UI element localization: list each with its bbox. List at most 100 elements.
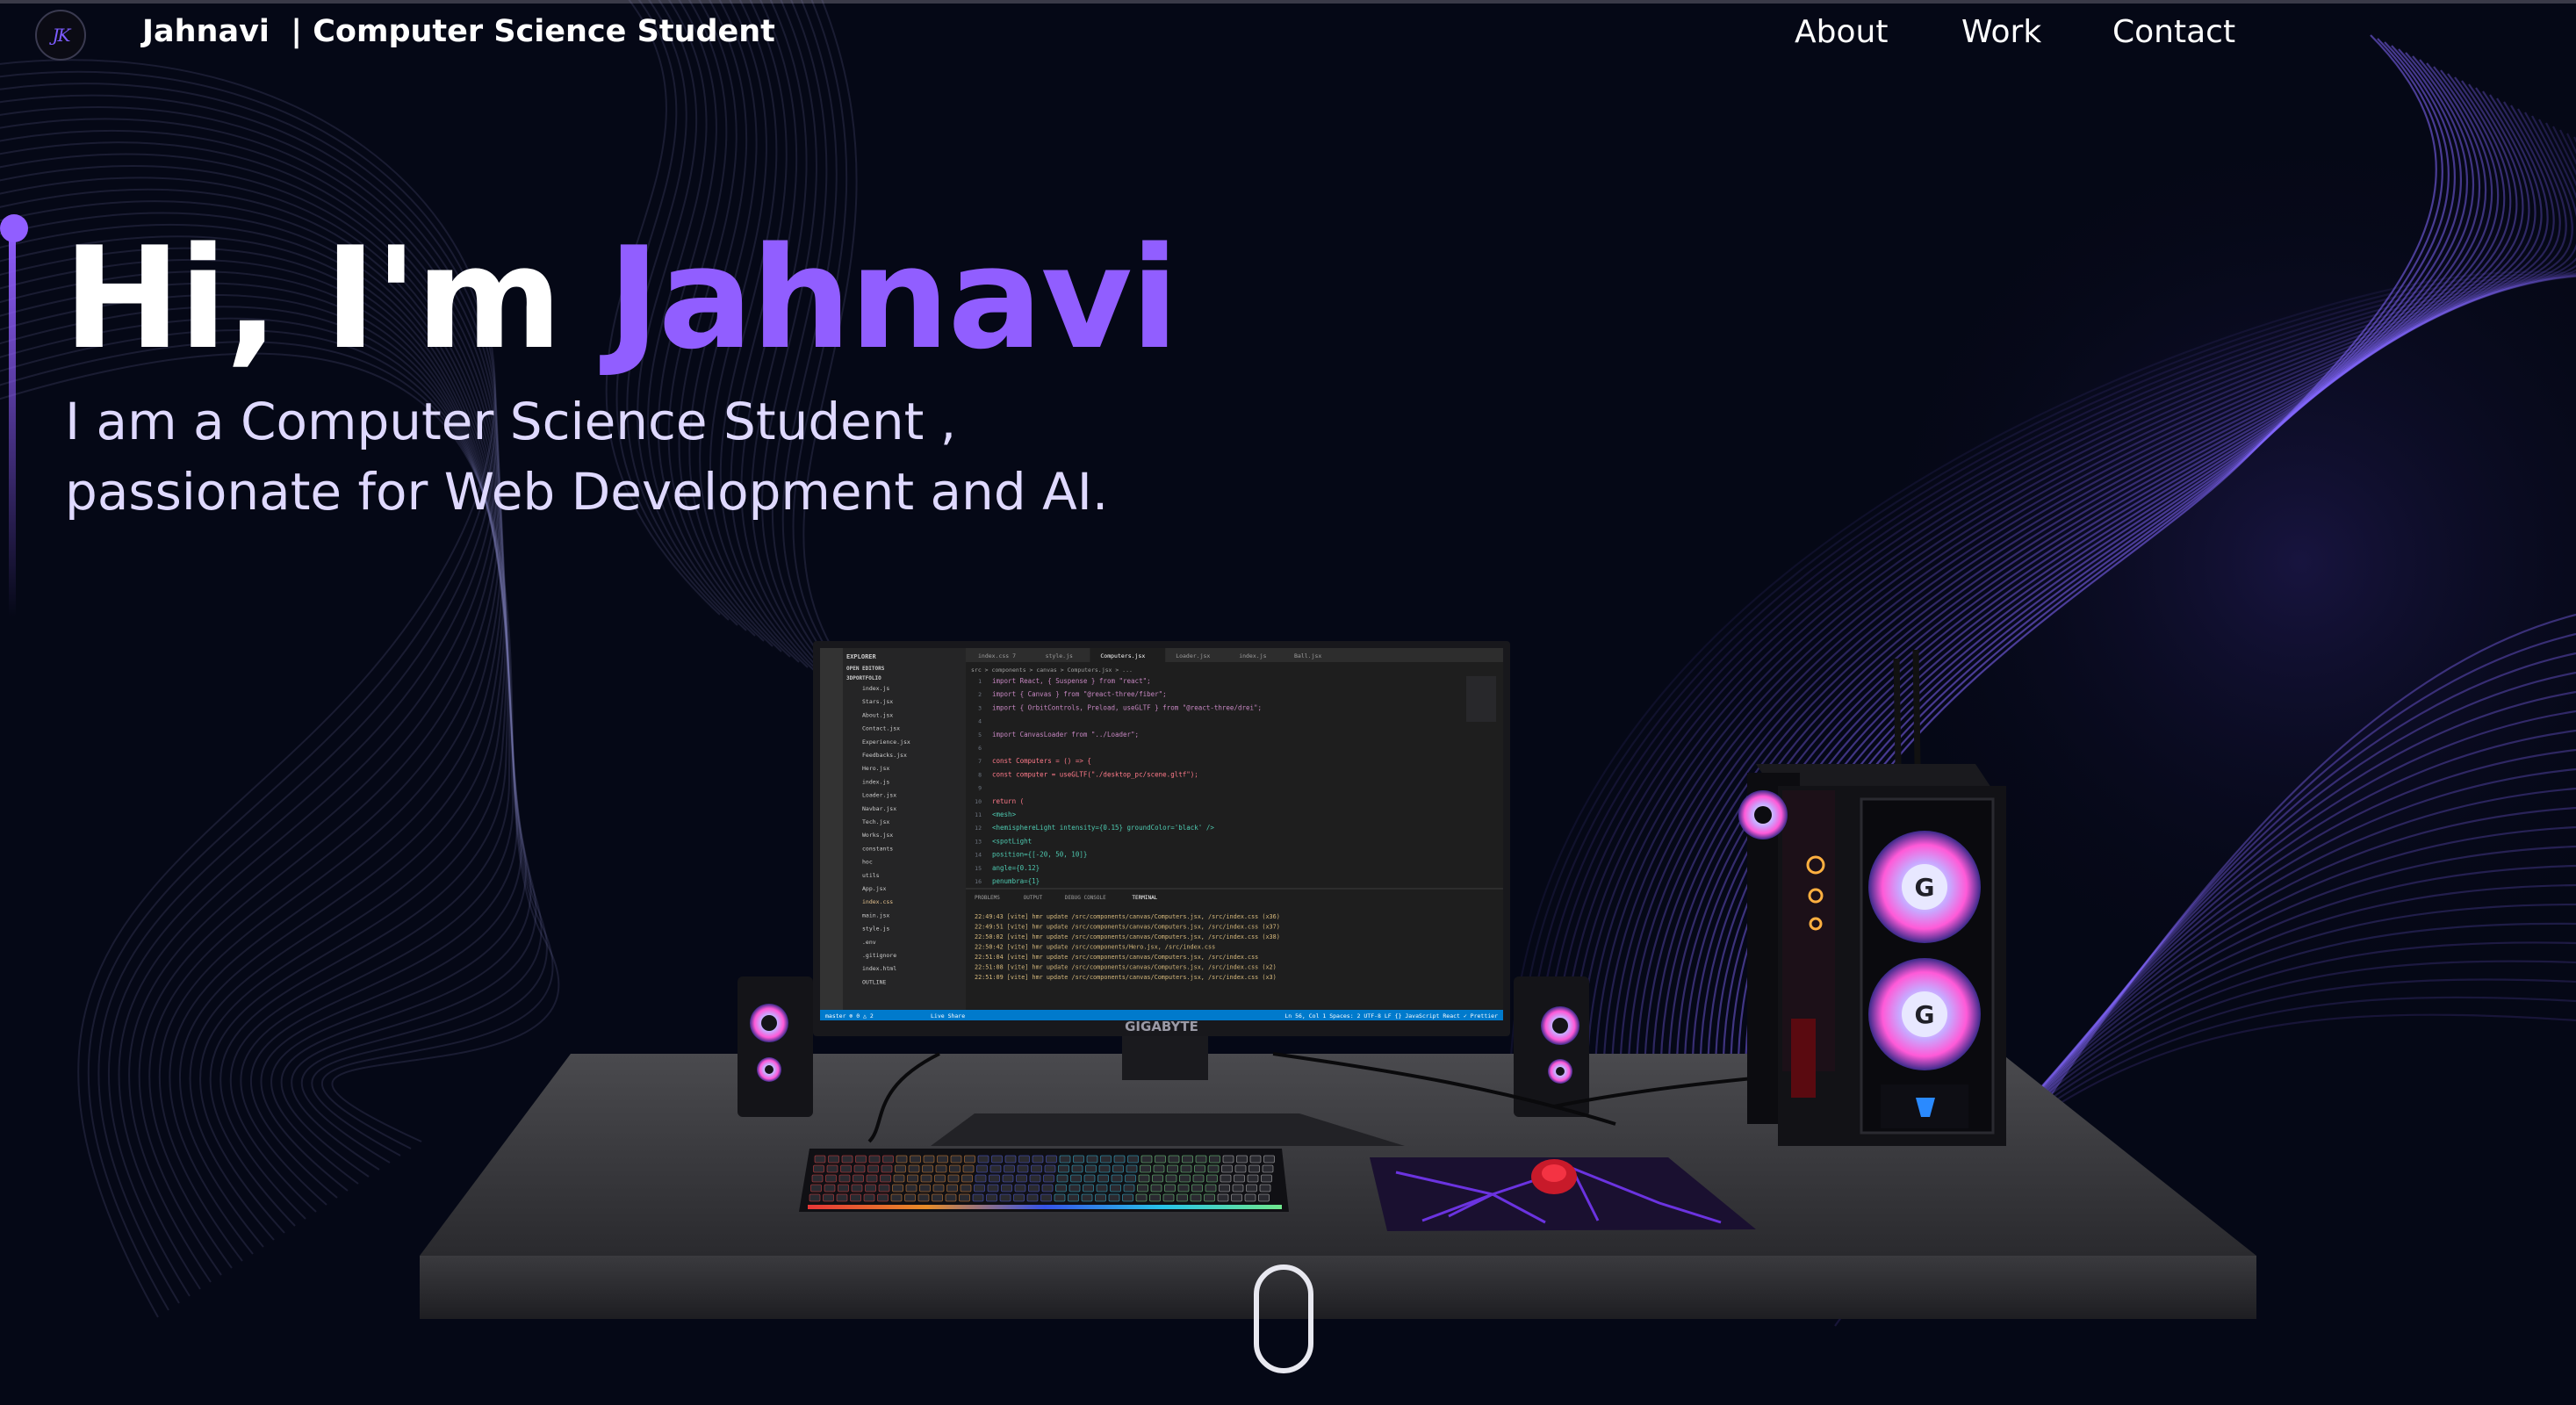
keyboard-key bbox=[1085, 1164, 1097, 1173]
scroll-indicator[interactable] bbox=[1254, 1264, 1313, 1373]
keyboard-key bbox=[814, 1155, 826, 1164]
keyboard-key bbox=[1248, 1164, 1260, 1173]
svg-text:G: G bbox=[1915, 873, 1935, 902]
keyboard-key bbox=[1209, 1155, 1220, 1164]
keyboard-key bbox=[910, 1155, 921, 1164]
code-line: import React, { Suspense } from "react"; bbox=[992, 677, 1151, 685]
code-line: angle={0.12} bbox=[992, 864, 1040, 872]
line-number: 7 bbox=[978, 758, 982, 765]
explorer-file: index.html bbox=[862, 965, 896, 972]
keyboard-key bbox=[1111, 1174, 1123, 1183]
line-number: 16 bbox=[975, 878, 982, 885]
line-number: 12 bbox=[975, 825, 982, 832]
keyboard-key bbox=[1135, 1193, 1148, 1202]
explorer-file: Loader.jsx bbox=[862, 792, 896, 799]
terminal-line: 22:49:43 [vite] hmr update /src/componen… bbox=[975, 913, 1280, 920]
keyboard-key bbox=[920, 1174, 932, 1183]
keyboard-key bbox=[1258, 1193, 1270, 1202]
keyboard-key bbox=[878, 1184, 890, 1192]
keyboard-key bbox=[893, 1174, 905, 1183]
keyboard-key bbox=[1081, 1193, 1093, 1202]
keyboard-key bbox=[1261, 1174, 1272, 1183]
keyboard-key bbox=[1086, 1155, 1098, 1164]
keyboard-key bbox=[1026, 1193, 1039, 1202]
line-number: 9 bbox=[978, 785, 982, 792]
terminal-line: 22:50:42 [vite] hmr update /src/componen… bbox=[975, 944, 1215, 951]
keyboard-key bbox=[1259, 1184, 1271, 1192]
keyboard-key bbox=[823, 1193, 834, 1202]
keyboard-key bbox=[922, 1164, 933, 1173]
folder-label: 3DPORTFOLIO bbox=[846, 675, 881, 681]
code-line: <hemisphereLight intensity={0.15} ground… bbox=[992, 824, 1214, 832]
open-editors-label: OPEN EDITORS bbox=[846, 666, 885, 672]
keyboard-key bbox=[1123, 1184, 1135, 1192]
editor-breadcrumb: src > components > canvas > Computers.js… bbox=[971, 666, 1133, 674]
keyboard-key bbox=[1031, 1164, 1042, 1173]
keyboard-key bbox=[1220, 1174, 1232, 1183]
keyboard-key bbox=[1247, 1174, 1259, 1183]
hero-subtitle-line2: passionate for Web Development and AI. bbox=[65, 462, 1109, 522]
code-line: import { OrbitControls, Preload, useGLTF… bbox=[992, 703, 1262, 711]
keyboard-key bbox=[999, 1193, 1011, 1202]
panel-tab: PROBLEMS bbox=[975, 895, 1000, 901]
editor-tab: Loader.jsx bbox=[1176, 652, 1210, 659]
keyboard-key bbox=[882, 1155, 894, 1164]
keyboard-key bbox=[1165, 1174, 1177, 1183]
keyboard-key bbox=[813, 1164, 824, 1173]
line-number: 3 bbox=[978, 704, 982, 711]
nav-link-contact[interactable]: Contact bbox=[2112, 14, 2235, 50]
keyboard-key bbox=[1046, 1155, 1057, 1164]
desktop-pc-3d-scene[interactable]: GIGABYTE EXPLORER OPEN EDITORS 3DPORTFOL… bbox=[413, 632, 2300, 1335]
panel-tab: TERMINAL bbox=[1132, 895, 1157, 901]
keyboard-key bbox=[1195, 1155, 1207, 1164]
nav-links: About Work Contact bbox=[0, 14, 2576, 58]
keyboard-key bbox=[959, 1193, 970, 1202]
explorer-file: OUTLINE bbox=[862, 978, 886, 985]
keyboard-key bbox=[1204, 1193, 1215, 1202]
status-branch: master ⊗ 0 △ 2 bbox=[825, 1012, 874, 1020]
keyboard-key bbox=[877, 1193, 889, 1202]
keyboard-key bbox=[1126, 1164, 1138, 1173]
nav-link-work[interactable]: Work bbox=[1961, 14, 2041, 50]
keyboard-key bbox=[1098, 1164, 1111, 1173]
hero-name: Jahnavi bbox=[608, 216, 1178, 380]
explorer-file: Feedbacks.jsx bbox=[862, 752, 907, 759]
code-line: <spotLight bbox=[992, 837, 1032, 845]
explorer-file: constants bbox=[862, 845, 893, 852]
keyboard-key bbox=[1083, 1174, 1096, 1183]
hero-subtitle-line1: I am a Computer Science Student , bbox=[65, 392, 957, 451]
keyboard-key bbox=[1113, 1155, 1126, 1164]
line-number: 15 bbox=[975, 865, 982, 872]
keyboard-key bbox=[1040, 1193, 1052, 1202]
keyboard-key bbox=[945, 1193, 957, 1202]
keyboard-key bbox=[1180, 1164, 1192, 1173]
explorer-file: Navbar.jsx bbox=[862, 805, 896, 812]
keyboard-key bbox=[853, 1164, 866, 1173]
keyboard-key bbox=[950, 1155, 962, 1164]
keyboard bbox=[799, 1149, 1289, 1212]
keyboard-key bbox=[1054, 1193, 1066, 1202]
keyboard-key bbox=[1095, 1193, 1106, 1202]
keyboard-key bbox=[1234, 1174, 1245, 1183]
editor-tab: index.js bbox=[1239, 652, 1266, 659]
explorer-file: Experience.jsx bbox=[862, 739, 910, 746]
keyboard-key bbox=[932, 1184, 945, 1192]
keyboard-key bbox=[1219, 1184, 1230, 1192]
keyboard-key bbox=[1179, 1174, 1191, 1183]
keyboard-key bbox=[1100, 1155, 1112, 1164]
keyboard-key bbox=[1194, 1164, 1205, 1173]
keyboard-key bbox=[904, 1193, 916, 1202]
keyboard-key bbox=[989, 1164, 1002, 1173]
keyboard-key bbox=[1182, 1155, 1193, 1164]
nav-link-about[interactable]: About bbox=[1795, 14, 1888, 50]
keyboard-key bbox=[934, 1174, 946, 1183]
keyboard-key bbox=[1001, 1184, 1012, 1192]
keyboard-key bbox=[838, 1184, 849, 1192]
keyboard-key bbox=[1150, 1184, 1162, 1192]
terminal-line: 22:49:51 [vite] hmr update /src/componen… bbox=[975, 924, 1280, 931]
explorer-title: EXPLORER bbox=[846, 653, 877, 660]
keyboard-key bbox=[1069, 1184, 1081, 1192]
keyboard-key bbox=[880, 1174, 891, 1183]
keyboard-key bbox=[826, 1164, 838, 1173]
keyboard-key bbox=[1055, 1184, 1067, 1192]
